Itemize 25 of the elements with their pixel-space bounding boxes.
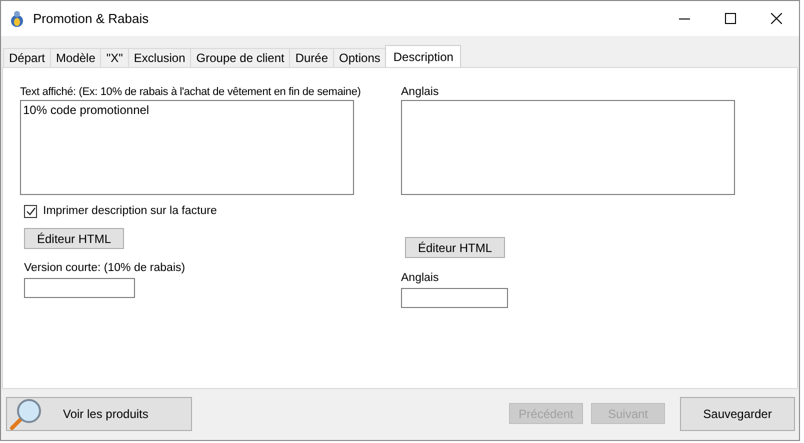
check-icon (26, 207, 36, 216)
html-editor-button[interactable]: Éditeur HTML (405, 237, 505, 258)
tab[interactable]: Groupe de client (190, 48, 290, 67)
tab[interactable]: Options (333, 48, 386, 67)
input-field[interactable] (401, 288, 508, 308)
input-field[interactable] (24, 278, 135, 298)
checkbox[interactable] (24, 205, 37, 218)
minimize-icon (678, 18, 690, 20)
field-label: Anglais (401, 271, 439, 286)
text-area[interactable] (401, 100, 735, 195)
maximize-icon (724, 13, 736, 24)
view-products-button[interactable]: Voir les produits (6, 396, 192, 430)
close-icon (770, 13, 782, 24)
window-title: Promotion & Rabais (33, 11, 150, 26)
search-icon (9, 398, 43, 430)
field-label: Text affiché: (Ex: 10% de rabais à l'achat de vêtement en fin de semaine) (20, 85, 361, 100)
footer-button[interactable]: Sauvegarder (680, 396, 795, 430)
field-label: Version courte: (10% de rabais) (24, 261, 186, 276)
tab[interactable]: Description (385, 45, 462, 67)
tab[interactable]: Départ (3, 48, 52, 67)
text-area[interactable]: 10% code promotionnel (20, 100, 354, 195)
checkbox-label: Imprimer description sur la facture (43, 204, 217, 219)
app-icon (9, 10, 25, 28)
field-label: Anglais (401, 85, 439, 100)
html-editor-button[interactable]: Éditeur HTML (24, 228, 124, 249)
